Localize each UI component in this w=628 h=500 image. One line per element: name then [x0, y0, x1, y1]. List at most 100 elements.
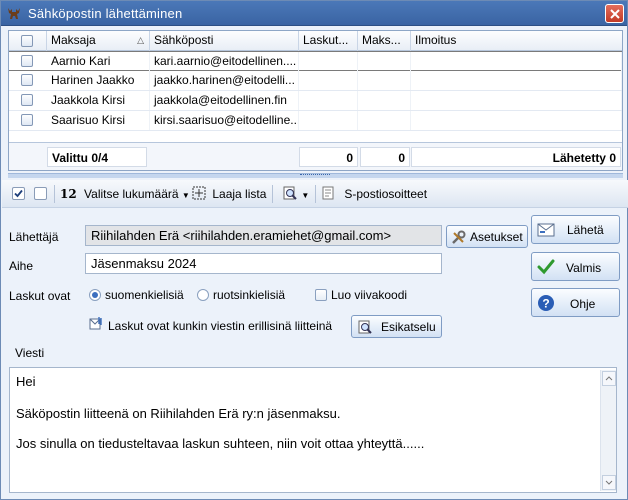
cell-maksaja: Aarnio Kari [47, 52, 150, 71]
done-button[interactable]: Valmis [531, 252, 620, 281]
column-label-maksaja: Maksaja [51, 33, 96, 47]
column-header-laskut[interactable]: Laskut... [299, 31, 358, 51]
toolbar-separator [315, 185, 316, 203]
cell-maksaja: Jaakkola Kirsi [47, 91, 150, 110]
uncheck-all-checkbox[interactable] [34, 187, 47, 200]
magnifier-icon [358, 320, 372, 334]
scroll-up-icon [605, 376, 613, 381]
help-button[interactable]: ? Ohje [531, 288, 620, 317]
toolbar-separator [272, 185, 273, 203]
send-label: Lähetä [567, 223, 604, 237]
message-line: Hei [16, 374, 36, 389]
footer-maks-total: 0 [360, 147, 410, 167]
preview-dropdown[interactable]: ▼ [283, 186, 309, 202]
cell-maks [358, 91, 411, 110]
attachments-info-label: Laskut ovat kunkin viestin erillisinä li… [108, 319, 333, 333]
message-line: Jos sinulla on tiedusteltavaa laskun suh… [16, 436, 425, 451]
send-button[interactable]: Lähetä [531, 215, 620, 244]
chevron-down-icon: ▼ [301, 191, 310, 200]
cell-ilmoitus [411, 111, 622, 130]
title-bar: Sähköpostin lähettäminen [1, 1, 627, 26]
cell-email: jaakko.harinen@eitodelli... [150, 71, 299, 90]
settings-label: Asetukset [470, 230, 523, 244]
cell-laskut [299, 111, 358, 130]
svg-text:?: ? [542, 297, 549, 311]
help-icon: ? [538, 295, 554, 311]
scroll-down-icon [605, 480, 613, 485]
window-title: Sähköpostin lähettäminen [28, 6, 183, 21]
barcode-label[interactable]: Luo viivakoodi [331, 288, 407, 302]
settings-button[interactable]: Asetukset [446, 225, 528, 248]
cell-email: kari.aarnio@eitodellinen.... [150, 52, 299, 71]
cell-email: jaakkola@eitodellinen.fin [150, 91, 299, 110]
expand-list-label: Laaja lista [212, 187, 267, 201]
toolbar: 12 Valitse lukumäärä ▼ Laaja lista ▼ S-p… [2, 180, 628, 208]
select-count-dropdown[interactable]: 12 Valitse lukumäärä ▼ [60, 186, 190, 202]
cell-ilmoitus [411, 71, 622, 90]
cell-laskut [299, 71, 358, 90]
expand-list-button[interactable]: Laaja lista [192, 186, 266, 202]
preview-button[interactable]: Esikatselu [351, 315, 442, 338]
splitter-grip [300, 174, 330, 177]
footer-sent-count: Lähetetty 0 [411, 147, 621, 167]
cell-maksaja: Harinen Jaakko [47, 71, 150, 90]
row-checkbox[interactable] [21, 94, 33, 106]
table-row[interactable]: Saarisuo Kirsi kirsi.saarisuo@eitodellin… [9, 111, 622, 131]
table-row[interactable]: Harinen Jaakko jaakko.harinen@eitodelli.… [9, 71, 622, 91]
scroll-up-button[interactable] [602, 371, 616, 386]
grid-footer: Valittu 0/4 0 0 Lähetetty 0 [9, 142, 622, 170]
address-list-icon [322, 186, 334, 200]
select-all-checkbox[interactable] [21, 35, 33, 47]
language-swedish-label[interactable]: ruotsinkielisiä [213, 288, 285, 302]
count-number-icon: 12 [60, 187, 77, 201]
toolbar-separator [54, 185, 55, 203]
cell-laskut [299, 91, 358, 110]
row-checkbox[interactable] [21, 55, 33, 67]
close-button[interactable] [605, 4, 624, 23]
cell-maks [358, 71, 411, 90]
message-textarea[interactable]: Hei Säköpostin liitteenä on Riihilahden … [9, 367, 617, 493]
chevron-down-icon: ▼ [181, 191, 190, 200]
select-count-label: Valitse lukumäärä [84, 187, 179, 201]
cell-maks [358, 52, 411, 71]
send-mail-icon [537, 223, 555, 237]
sender-field[interactable]: Riihilahden Erä <riihilahden.eramiehet@g… [85, 225, 442, 246]
language-swedish-radio[interactable] [197, 289, 209, 301]
column-header-ilmoitus[interactable]: Ilmoitus [411, 31, 622, 51]
language-finnish-label[interactable]: suomenkielisiä [105, 288, 184, 302]
expand-list-icon [192, 186, 206, 200]
table-row[interactable]: Jaakkola Kirsi jaakkola@eitodellinen.fin [9, 91, 622, 111]
cell-maksaja: Saarisuo Kirsi [47, 111, 150, 130]
cell-laskut [299, 52, 358, 71]
help-label: Ohje [570, 297, 596, 311]
checkmark-icon [537, 259, 555, 275]
subject-input[interactable]: Jäsenmaksu 2024 [85, 253, 442, 274]
table-row[interactable]: Aarnio Kari kari.aarnio@eitodellinen.... [9, 51, 622, 71]
header-select-all[interactable] [9, 31, 47, 51]
close-icon [610, 9, 620, 19]
footer-laskut-total: 0 [299, 147, 358, 167]
language-finnish-radio[interactable] [89, 289, 101, 301]
magnifier-document-icon [283, 186, 297, 200]
cell-ilmoitus [411, 91, 622, 110]
column-header-maksaja[interactable]: Maksaja △ [47, 31, 150, 51]
column-header-email[interactable]: Sähköposti [150, 31, 299, 51]
attachment-icon [89, 317, 102, 330]
check-all-checkbox[interactable] [12, 187, 25, 200]
cell-maks [358, 111, 411, 130]
scroll-down-button[interactable] [602, 475, 616, 490]
payer-grid: Maksaja △ Sähköposti Laskut... Maks... I… [8, 30, 623, 171]
message-label: Viesti [15, 346, 45, 360]
splitter-handle[interactable] [8, 173, 623, 178]
subject-label: Aihe [9, 259, 34, 273]
sort-ascending-icon: △ [137, 35, 144, 45]
checkmark-icon [14, 189, 23, 198]
row-checkbox[interactable] [21, 114, 33, 126]
column-header-maks[interactable]: Maks... [358, 31, 411, 51]
cell-ilmoitus [411, 52, 622, 71]
preview-label: Esikatselu [381, 320, 436, 334]
email-addresses-button[interactable]: S-postiosoitteet [321, 186, 427, 202]
row-checkbox[interactable] [21, 74, 33, 86]
barcode-checkbox[interactable] [315, 289, 327, 301]
message-scrollbar[interactable] [600, 370, 616, 491]
